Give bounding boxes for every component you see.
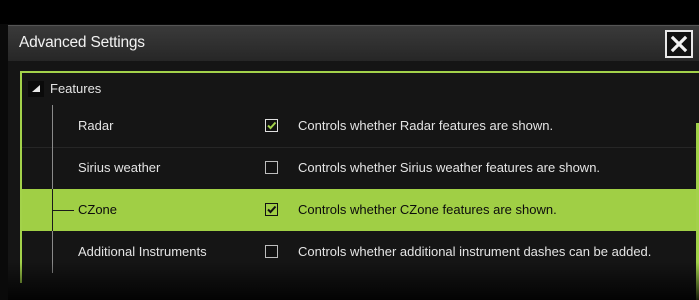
tree-item-radar[interactable]: Radar Controls whether Radar features ar…: [22, 105, 699, 147]
tree-item-sirius-weather[interactable]: Sirius weather Controls whether Sirius w…: [22, 147, 699, 189]
top-strip: [0, 0, 699, 24]
czone-checkbox[interactable]: [265, 203, 278, 216]
tree-connector: [52, 147, 53, 189]
tree-item-description: Controls whether Radar features are show…: [298, 118, 554, 133]
checkmark-icon: [267, 121, 277, 130]
radar-checkbox[interactable]: [265, 119, 278, 132]
bottom-shadow: [8, 262, 699, 300]
tree-item-description: Controls whether CZone features are show…: [298, 202, 557, 217]
tree-item-description: Controls whether Sirius weather features…: [298, 160, 601, 175]
tree-item-label: Additional Instruments: [78, 244, 207, 259]
tree-branch: [52, 210, 74, 211]
tree-header-features[interactable]: Features: [22, 73, 699, 105]
tree-item-description: Controls whether additional instrument d…: [298, 244, 652, 259]
tree-connector: [52, 105, 53, 147]
close-icon: [670, 35, 688, 53]
tree-header-label: Features: [50, 81, 102, 96]
sirius-weather-checkbox[interactable]: [265, 161, 278, 174]
close-button[interactable]: [665, 30, 693, 58]
additional-instruments-checkbox[interactable]: [265, 245, 278, 258]
dialog-titlebar: Advanced Settings: [8, 25, 699, 63]
tree-item-label: CZone: [78, 202, 118, 217]
collapse-triangle-icon[interactable]: [28, 81, 44, 97]
tree-item-label: Radar: [78, 118, 114, 133]
tree-item-label: Sirius weather: [78, 160, 161, 175]
checkmark-icon: [267, 205, 277, 214]
dialog-title: Advanced Settings: [19, 34, 145, 51]
tree-item-czone[interactable]: CZone Controls whether CZone features ar…: [22, 189, 699, 231]
